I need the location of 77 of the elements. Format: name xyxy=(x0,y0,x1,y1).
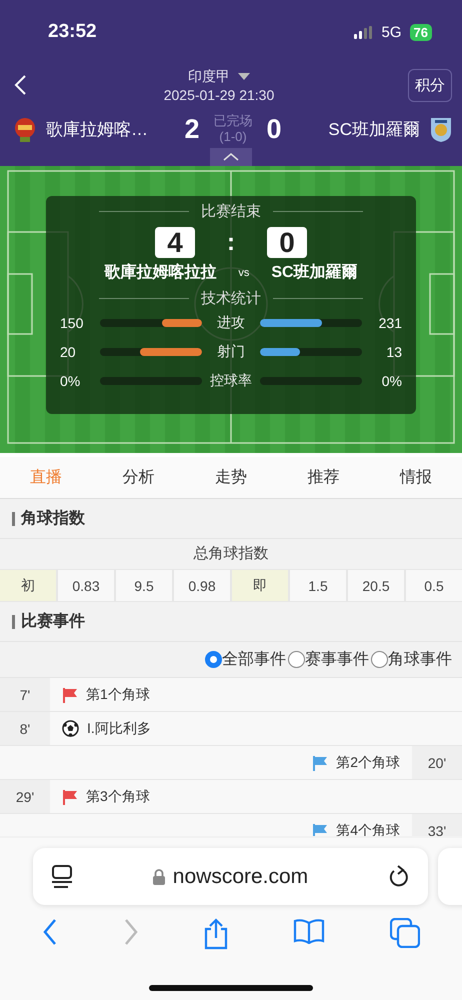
stat-label: 射门 xyxy=(216,342,246,360)
tab[interactable]: 推荐 xyxy=(277,457,370,498)
score-separator: : xyxy=(227,228,235,256)
table-cell: 0.83 xyxy=(58,570,114,601)
home-team-name: 歌庫拉姆喀拉拉 xyxy=(104,262,216,283)
match-datetime: 2025-01-29 21:30 xyxy=(164,86,274,102)
section-title: 比赛事件 xyxy=(21,611,85,632)
tab[interactable]: 情报 xyxy=(370,457,462,498)
table-cell: 1.5 xyxy=(290,570,346,601)
battery-level: 76 xyxy=(410,24,432,40)
stats-title: 技术统计 xyxy=(201,289,261,308)
flag-icon xyxy=(312,754,328,770)
tabs-icon[interactable] xyxy=(390,918,420,948)
flag-icon xyxy=(312,822,328,836)
event-text: 第4个角球 xyxy=(336,822,400,836)
table-cell: 20.5 xyxy=(348,570,404,601)
dropdown-icon[interactable] xyxy=(238,73,250,80)
table-cell: 9.5 xyxy=(116,570,172,601)
lock-icon xyxy=(152,868,165,884)
home-team-name[interactable]: 歌庫拉姆喀… xyxy=(46,118,148,140)
team-crest-icon xyxy=(430,116,452,142)
half-time-score: (1-0) xyxy=(219,129,247,145)
team-crest-icon xyxy=(14,116,36,142)
filter-radio[interactable]: 角球事件 xyxy=(371,649,452,670)
table-cell: 0.5 xyxy=(406,570,462,601)
stat-value: 231 xyxy=(378,314,402,330)
event-text: 第3个角球 xyxy=(86,788,150,806)
forward-icon xyxy=(122,918,139,946)
event-minute: 20' xyxy=(412,746,462,779)
collapse-tab[interactable] xyxy=(210,148,252,166)
standings-button[interactable]: 积分 xyxy=(408,68,452,102)
stat-label: 控球率 xyxy=(209,372,253,390)
home-score: 4 xyxy=(155,227,195,258)
event-text: 第1个角球 xyxy=(86,686,150,704)
row-label: 初 xyxy=(0,570,56,601)
event-minute: 8' xyxy=(0,712,50,745)
tab[interactable]: 走势 xyxy=(184,457,278,498)
url-text: nowscore.com xyxy=(172,864,308,888)
league-name[interactable]: 印度甲 xyxy=(188,68,230,86)
home-score: 2 xyxy=(184,114,200,144)
event-minute: 7' xyxy=(0,678,50,711)
share-icon[interactable] xyxy=(202,918,229,950)
bookmarks-icon[interactable] xyxy=(293,918,326,944)
away-score: 0 xyxy=(267,227,307,258)
status-time: 23:52 xyxy=(48,21,97,43)
network-label: 5G xyxy=(382,24,402,40)
tab[interactable]: 分析 xyxy=(92,457,185,498)
away-score: 0 xyxy=(266,114,282,144)
result-title: 比赛结束 xyxy=(201,202,261,221)
stat-value: 20 xyxy=(60,344,77,360)
row-label: 即 xyxy=(232,570,288,601)
stat-value: 13 xyxy=(385,344,402,360)
chevron-up-icon xyxy=(223,153,239,161)
table-cell: 0.98 xyxy=(174,570,230,601)
away-team-name[interactable]: SC班加羅爾 xyxy=(328,118,420,140)
match-status: 已完场 xyxy=(214,113,252,129)
event-minute: 33' xyxy=(412,814,462,836)
stat-value: 150 xyxy=(60,314,84,330)
versus-label: vs xyxy=(238,266,250,278)
flag-icon xyxy=(62,788,78,804)
stat-value: 0% xyxy=(380,372,402,388)
event-minute: 29' xyxy=(0,780,50,813)
away-team-name: SC班加羅爾 xyxy=(271,262,358,283)
table-title: 总角球指数 xyxy=(192,544,270,564)
soccer-ball-icon xyxy=(62,720,79,737)
stat-value: 0% xyxy=(60,372,82,388)
signal-icon xyxy=(354,26,374,38)
section-title: 角球指数 xyxy=(21,508,85,529)
filter-radio[interactable]: 全部事件 xyxy=(205,649,286,670)
stat-label: 进攻 xyxy=(216,314,246,332)
filter-radio[interactable]: 赛事事件 xyxy=(288,649,369,670)
reload-icon[interactable] xyxy=(388,864,410,888)
address-bar[interactable]: nowscore.com xyxy=(33,848,428,905)
reader-icon[interactable] xyxy=(51,864,73,888)
flag-icon xyxy=(62,686,78,702)
event-text: 第2个角球 xyxy=(336,754,400,772)
event-text: I.阿比利多 xyxy=(87,720,151,738)
